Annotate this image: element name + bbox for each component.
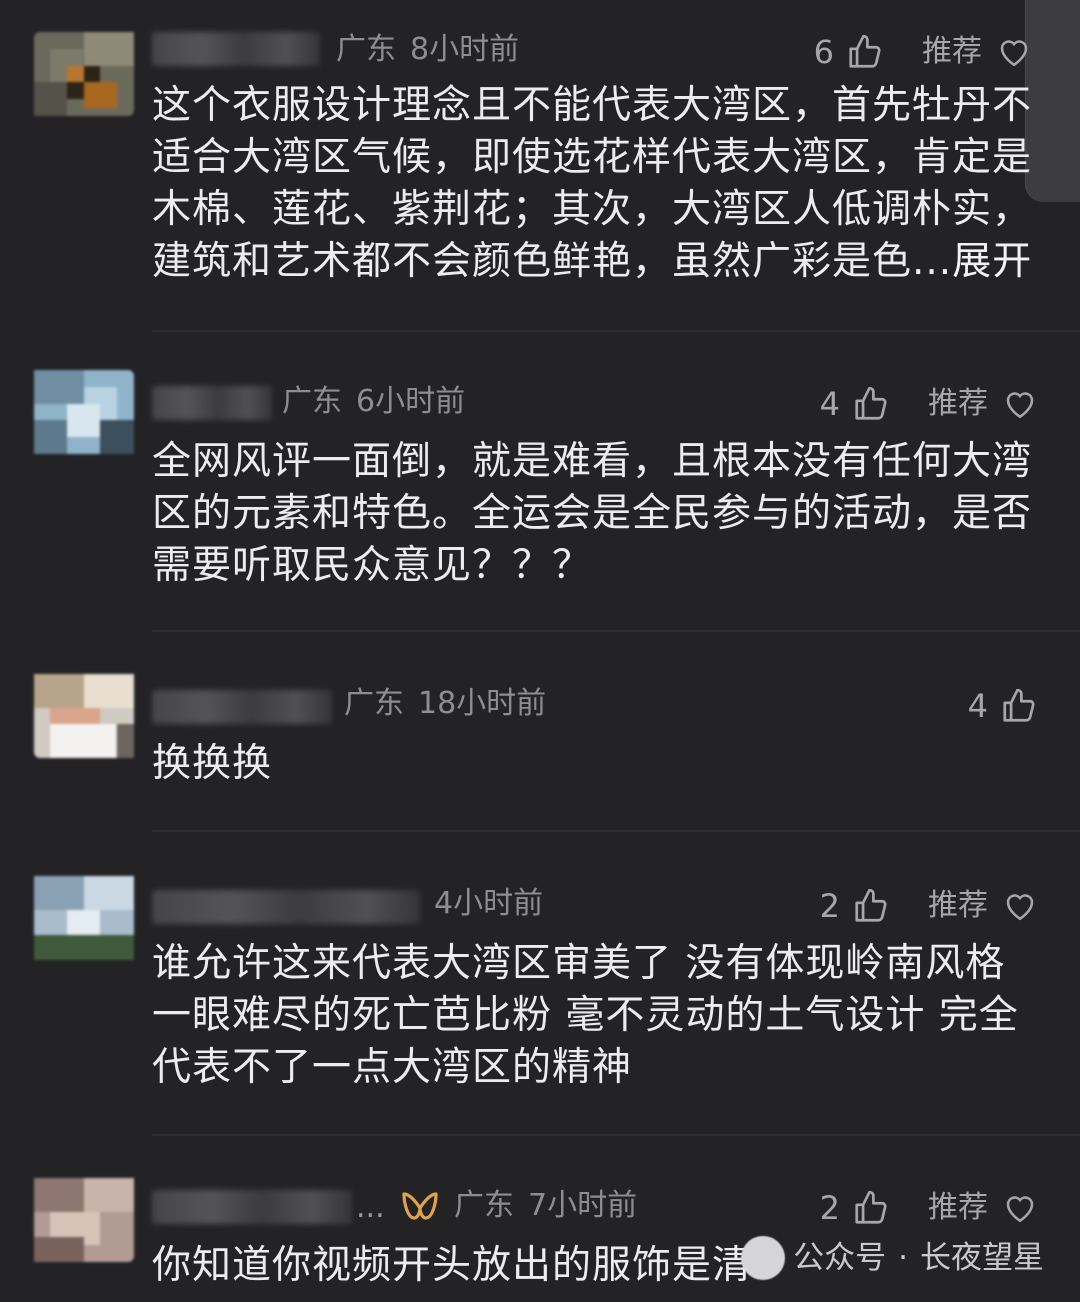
comment-time: 6小时前 bbox=[356, 384, 466, 419]
comment-text: 换换换 bbox=[152, 741, 273, 786]
divider bbox=[152, 1134, 1080, 1136]
avatar[interactable] bbox=[34, 1178, 134, 1262]
like-count: 4 bbox=[819, 385, 840, 423]
comment-time: 18小时前 bbox=[418, 686, 547, 721]
comment-actions: 2 推荐 bbox=[820, 886, 1038, 926]
recommend-label[interactable]: 推荐 bbox=[928, 1188, 988, 1228]
divider bbox=[152, 830, 1080, 832]
comment-meta: 广东 7小时前 bbox=[454, 1186, 637, 1226]
comment-text: 你知道你视频开头放出的服饰是清 bbox=[152, 1243, 753, 1288]
comment-meta: 广东 18小时前 bbox=[344, 684, 546, 724]
comment-meta: 4小时前 bbox=[434, 884, 543, 924]
heart-outline-icon[interactable] bbox=[1002, 386, 1038, 422]
thumb-up-icon[interactable] bbox=[852, 887, 890, 925]
avatar[interactable] bbox=[34, 876, 134, 960]
comment-actions: 4 bbox=[968, 686, 1038, 726]
comment-meta: 广东 8小时前 bbox=[336, 30, 519, 70]
comment-location: 广东 bbox=[282, 384, 342, 419]
comment-text: 谁允许这来代表大湾区审美了 没有体现岭南风格 一眼难尽的死亡芭比粉 毫不灵动的土… bbox=[152, 941, 1019, 1090]
heart-outline-icon[interactable] bbox=[996, 34, 1032, 70]
username-blurred[interactable] bbox=[152, 386, 272, 420]
comment-actions: 6 推荐 bbox=[814, 32, 1032, 72]
comment-location: 广东 bbox=[336, 32, 396, 67]
heart-outline-icon[interactable] bbox=[1002, 888, 1038, 924]
thumb-up-icon[interactable] bbox=[852, 1189, 890, 1227]
watermark-separator: · bbox=[898, 1240, 908, 1276]
comment-actions: 4 推荐 bbox=[820, 384, 1038, 424]
username-blurred[interactable] bbox=[152, 890, 420, 924]
comment-time: 4小时前 bbox=[434, 886, 544, 921]
watermark-account: 长夜望星 bbox=[920, 1240, 1044, 1276]
thumb-up-icon[interactable] bbox=[852, 385, 890, 423]
recommend-label[interactable]: 推荐 bbox=[928, 886, 988, 926]
username-blurred[interactable] bbox=[152, 690, 332, 724]
like-count: 2 bbox=[819, 1189, 840, 1227]
wechat-logo-icon bbox=[741, 1236, 786, 1280]
comment-text: 全网风评一面倒，就是难看，且根本没有任何大湾区的元素和特色。全运会是全民参与的活… bbox=[152, 439, 1033, 588]
watermark: 公众号 · 长夜望星 bbox=[741, 1236, 1044, 1280]
comment-time: 7小时前 bbox=[528, 1188, 638, 1223]
like-count: 2 bbox=[819, 887, 840, 925]
heart-outline-icon[interactable] bbox=[1002, 1190, 1038, 1226]
vip-badge-icon bbox=[402, 1192, 438, 1220]
thumb-up-icon[interactable] bbox=[846, 33, 884, 71]
username-ellipsis: ... bbox=[356, 1190, 385, 1225]
comment-meta: 广东 6小时前 bbox=[282, 382, 465, 422]
username-blurred[interactable] bbox=[152, 1190, 352, 1224]
expand-link[interactable]: 展开 bbox=[952, 239, 1032, 284]
username-blurred[interactable] bbox=[152, 32, 320, 66]
avatar[interactable] bbox=[34, 370, 134, 454]
watermark-source: 公众号 bbox=[793, 1240, 887, 1276]
avatar[interactable] bbox=[34, 32, 134, 116]
recommend-label[interactable]: 推荐 bbox=[922, 32, 982, 72]
comment-text: 这个衣服设计理念且不能代表大湾区，首先牡丹不适合大湾区气候，即使选花样代表大湾区… bbox=[152, 80, 1042, 288]
comment-body: 这个衣服设计理念且不能代表大湾区，首先牡丹不适合大湾区气候，即使选花样代表大湾区… bbox=[152, 83, 1033, 284]
thumb-up-icon[interactable] bbox=[1000, 687, 1038, 725]
like-count: 6 bbox=[813, 33, 834, 71]
divider bbox=[152, 330, 1080, 332]
recommend-label[interactable]: 推荐 bbox=[928, 384, 988, 424]
divider bbox=[152, 630, 1080, 632]
avatar[interactable] bbox=[34, 674, 134, 758]
comment-time: 8小时前 bbox=[410, 32, 520, 67]
comment-location: 广东 bbox=[344, 686, 404, 721]
comment-location: 广东 bbox=[454, 1188, 514, 1223]
like-count: 4 bbox=[967, 687, 988, 725]
comment-actions: 2 推荐 bbox=[820, 1188, 1038, 1228]
